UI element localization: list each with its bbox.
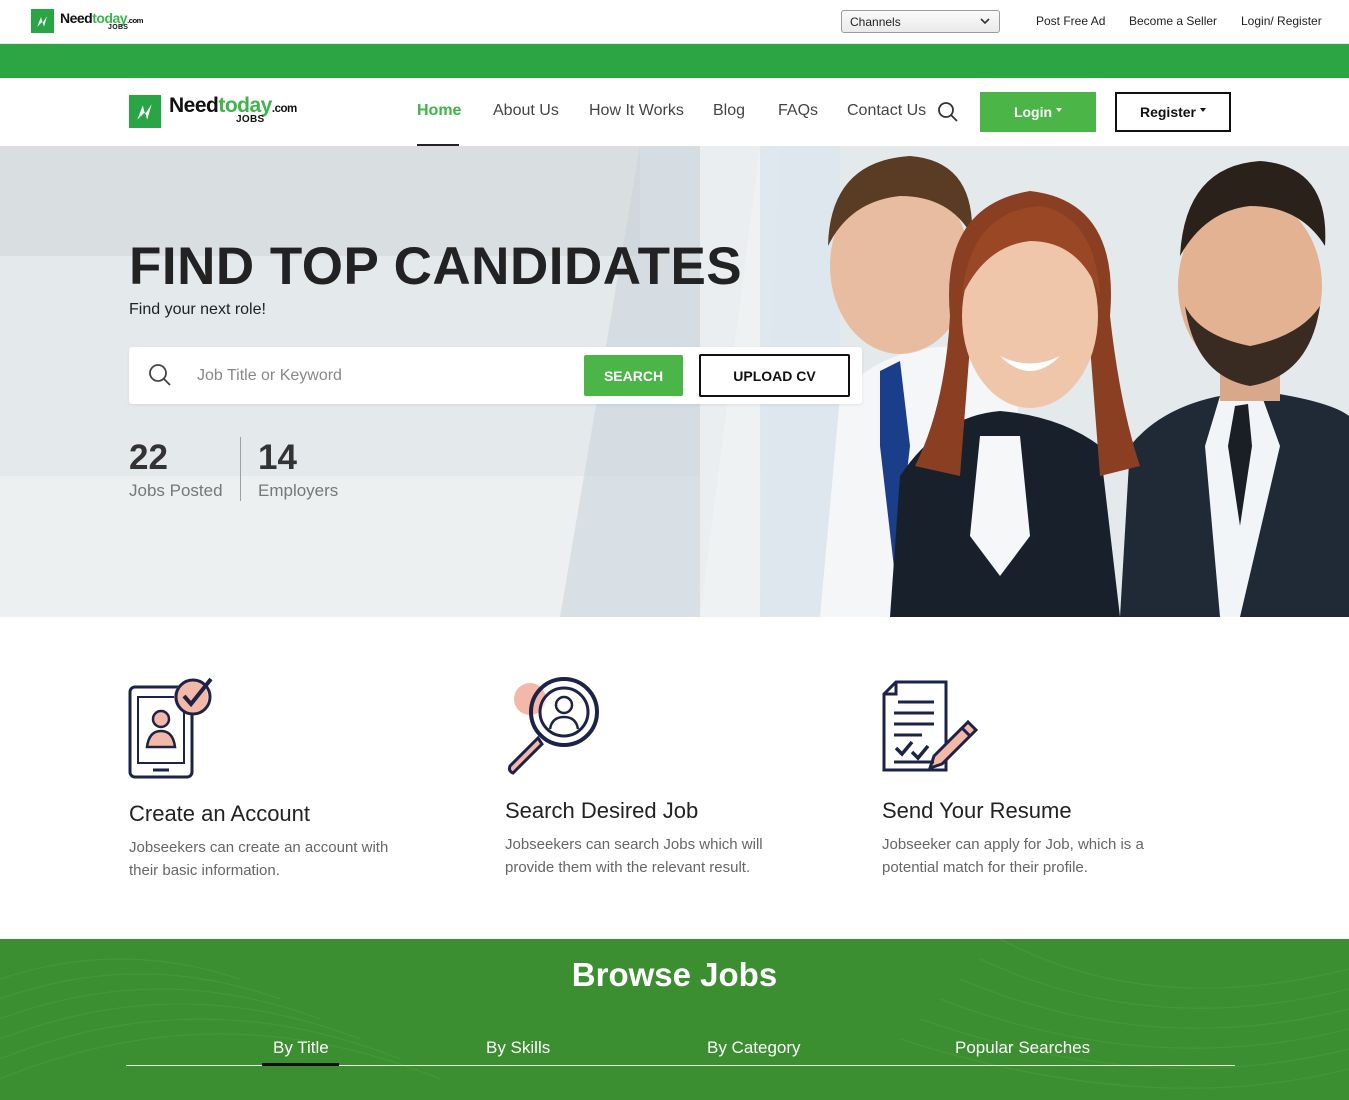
feature-desc-create-account: Jobseekers can create an account with th…: [129, 836, 429, 882]
resume-document-icon: [882, 680, 979, 772]
green-banner-strip: [0, 44, 1349, 78]
tab-by-category[interactable]: By Category: [707, 1038, 801, 1058]
nav-about-us[interactable]: About Us: [493, 102, 559, 120]
become-seller-link[interactable]: Become a Seller: [1129, 14, 1217, 28]
tab-popular-searches[interactable]: Popular Searches: [955, 1038, 1090, 1058]
tab-by-title[interactable]: By Title: [273, 1038, 329, 1058]
search-icon: [149, 364, 171, 386]
feature-title-create-account: Create an Account: [129, 801, 311, 826]
upload-cv-button[interactable]: UPLOAD CV: [699, 354, 850, 397]
caret-down-icon: [1056, 108, 1063, 112]
nav-faqs[interactable]: FAQs: [778, 102, 818, 120]
feature-desc-line: Jobseekers can search Jobs which will: [505, 836, 763, 853]
hero-title: FIND TOP CANDIDATES: [129, 237, 743, 296]
job-keyword-input[interactable]: [197, 364, 577, 388]
feature-desc-line: Jobseekers can create an account with: [129, 839, 389, 856]
feature-desc-send-resume: Jobseeker can apply for Job, which is a …: [882, 833, 1182, 879]
feature-desc-search-job: Jobseekers can search Jobs which will pr…: [505, 833, 805, 879]
job-search-bar: SEARCH UPLOAD CV: [129, 347, 862, 404]
login-register-link[interactable]: Login/ Register: [1241, 14, 1322, 28]
hero-subtitle: Find your next role!: [129, 301, 266, 318]
post-free-ad-link[interactable]: Post Free Ad: [1036, 14, 1105, 28]
register-button[interactable]: Register: [1115, 92, 1231, 132]
logo-mark-icon: [129, 95, 161, 128]
account-profile-icon: [128, 677, 213, 779]
stat-divider: [240, 437, 241, 501]
channels-select[interactable]: Channels: [841, 10, 1000, 33]
search-button[interactable]: SEARCH: [584, 355, 683, 396]
caret-down-icon: [1200, 108, 1207, 112]
feature-desc-line: potential match for their profile.: [882, 859, 1088, 876]
main-logo[interactable]: Needtoday.com JOBS: [129, 94, 297, 128]
feature-desc-line: their basic information.: [129, 862, 280, 879]
hero-section: FIND TOP CANDIDATES Find your next role!…: [0, 146, 1349, 617]
jobs-posted-count: 22: [129, 438, 168, 477]
feature-desc-line: Jobseeker can apply for Job, which is a: [882, 836, 1144, 853]
logo-text: Needtoday.com JOBS: [169, 94, 297, 125]
nav-blog[interactable]: Blog: [713, 102, 745, 120]
nav-home[interactable]: Home: [417, 102, 461, 120]
small-logo[interactable]: Needtoday.com JOBS: [31, 9, 144, 33]
feature-desc-line: provide them with the relevant result.: [505, 859, 751, 876]
nav-how-it-works[interactable]: How It Works: [589, 102, 684, 120]
chevron-down-icon: [980, 18, 990, 25]
feature-title-send-resume: Send Your Resume: [882, 798, 1072, 823]
jobs-posted-label: Jobs Posted: [129, 481, 223, 500]
active-tab-underline: [262, 1063, 339, 1066]
browse-jobs-section: Browse Jobs By Title By Skills By Catego…: [0, 939, 1349, 1100]
feature-title-search-job: Search Desired Job: [505, 798, 699, 823]
nav-contact-us[interactable]: Contact Us: [847, 102, 926, 120]
search-icon[interactable]: [937, 101, 959, 123]
employers-count: 14: [258, 438, 297, 477]
search-profile-icon: [507, 677, 599, 775]
logo-text: Needtoday.com JOBS: [60, 10, 144, 31]
login-button[interactable]: Login: [980, 92, 1096, 132]
tab-by-skills[interactable]: By Skills: [486, 1038, 550, 1058]
browse-jobs-title: Browse Jobs: [571, 956, 778, 993]
top-utility-bar: Needtoday.com JOBS Channels Post Free Ad…: [0, 0, 1349, 44]
employers-label: Employers: [258, 481, 339, 500]
logo-mark-icon: [31, 9, 54, 33]
